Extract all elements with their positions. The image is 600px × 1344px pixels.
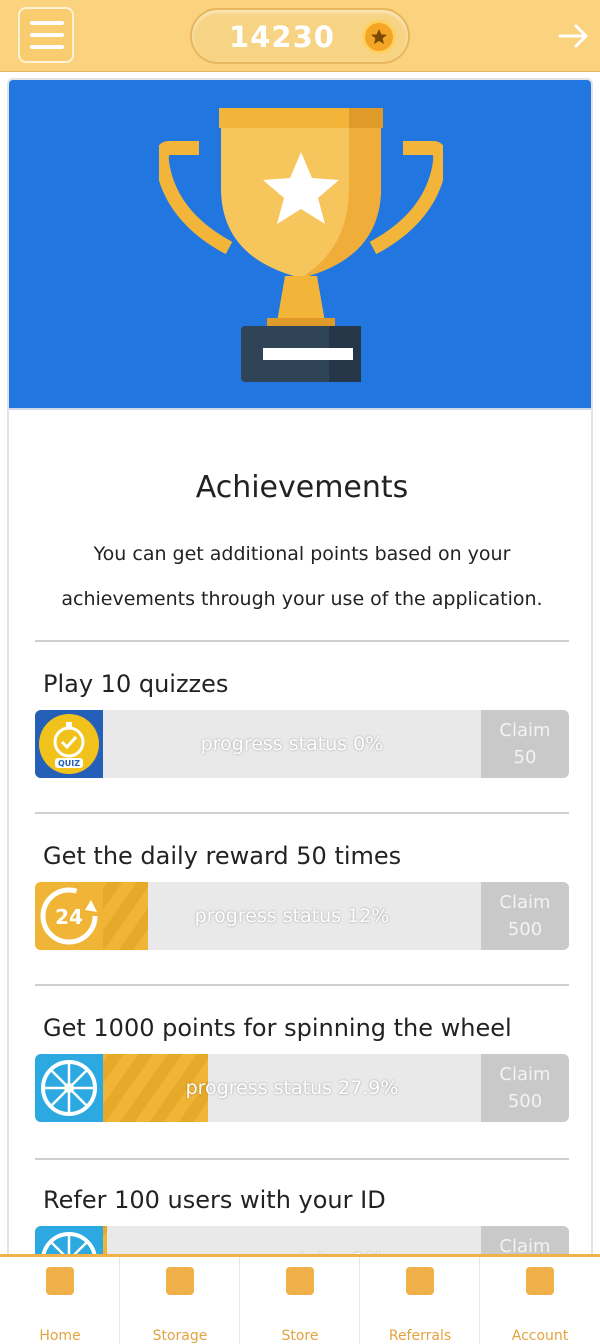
divider [35, 640, 569, 642]
nav-label: Store [281, 1328, 319, 1344]
menu-button[interactable] [18, 7, 74, 63]
claim-button[interactable]: Claim 500 [481, 882, 569, 950]
nav-label: Account [511, 1328, 569, 1344]
hero-banner [9, 80, 591, 410]
points-value: 14230 [229, 20, 335, 54]
claim-value: 500 [507, 1091, 543, 1112]
progress-status: progress status 0% [200, 733, 384, 755]
nav-referrals[interactable]: Referrals [360, 1257, 480, 1344]
nav-label: Referrals [388, 1328, 452, 1344]
quiz-stopwatch-icon: QUIZ [35, 710, 103, 778]
page-description: You can get additional points based on y… [61, 543, 543, 610]
achievement-progress-bar: progress status 27.9% Claim 500 [35, 1054, 569, 1122]
achievement-title: Get the daily reward 50 times [43, 842, 402, 870]
divider [35, 812, 569, 814]
divider [35, 1158, 569, 1160]
page-title: Achievements [195, 470, 409, 505]
achievement-title: Get 1000 points for spinning the wheel [43, 1014, 512, 1042]
points-balance: 14230 [190, 8, 410, 64]
achievement-title: Refer 100 users with your ID [43, 1186, 386, 1214]
star-coin-icon [362, 20, 396, 54]
nav-storage[interactable]: Storage [120, 1257, 240, 1344]
storage-icon [166, 1267, 194, 1295]
nav-account[interactable]: Account [480, 1257, 600, 1344]
claim-label: Claim [499, 1064, 551, 1085]
divider [35, 984, 569, 986]
progress-status: progress status 12% [194, 905, 390, 927]
nav-label: Storage [152, 1328, 208, 1344]
claim-label: Claim [499, 892, 551, 913]
nav-home[interactable]: Home [0, 1257, 120, 1344]
arrow-right-icon[interactable] [554, 16, 594, 56]
daily-24-icon: 24 [35, 882, 103, 950]
svg-text:QUIZ: QUIZ [58, 759, 80, 768]
achievement-progress-bar: 24 progress status 12% Claim 500 [35, 882, 569, 950]
referrals-icon [406, 1267, 434, 1295]
claim-value: 50 [513, 747, 537, 768]
nav-label: Home [39, 1328, 81, 1344]
achievement-title: Play 10 quizzes [43, 670, 229, 698]
top-bar: 14230 [0, 0, 600, 72]
achievements-card: Achievements You can get additional poin… [7, 78, 593, 1338]
claim-value: 500 [507, 919, 543, 940]
bottom-nav: Home Storage Store Referrals Account [0, 1254, 600, 1344]
home-icon [46, 1267, 74, 1295]
hamburger-icon [30, 21, 64, 25]
account-icon [526, 1267, 554, 1295]
claim-label: Claim [499, 720, 551, 741]
svg-text:24: 24 [55, 905, 83, 929]
claim-button[interactable]: Claim 50 [481, 710, 569, 778]
nav-store[interactable]: Store [240, 1257, 360, 1344]
claim-button[interactable]: Claim 500 [481, 1054, 569, 1122]
store-icon [286, 1267, 314, 1295]
achievement-progress-bar: QUIZ progress status 0% Claim 50 [35, 710, 569, 778]
trophy-icon [159, 108, 443, 382]
wheel-icon [35, 1054, 103, 1122]
progress-status: progress status 27.9% [185, 1077, 399, 1099]
